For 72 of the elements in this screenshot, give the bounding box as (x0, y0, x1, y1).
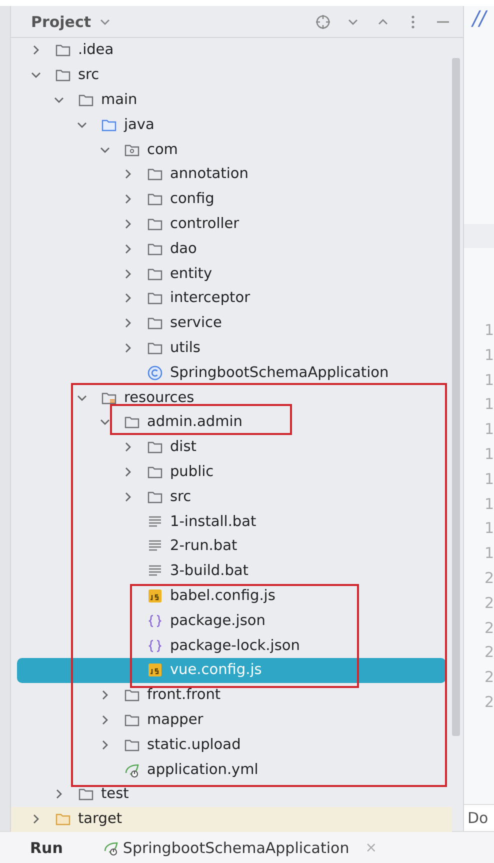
line-number: 1 (484, 419, 494, 440)
editor-text: Do (464, 804, 494, 831)
leaf-power-icon (124, 762, 140, 778)
leaf-power-icon (102, 840, 119, 856)
line-number: 1 (484, 468, 494, 490)
tree-item[interactable]: mapper (16, 708, 446, 732)
folder-icon (54, 42, 71, 58)
tree-item[interactable]: entity (16, 261, 446, 286)
folder-icon (54, 67, 71, 84)
tree-item[interactable]: target (10, 806, 452, 832)
line-number: 2 (484, 568, 494, 589)
line-number: 2 (484, 592, 494, 614)
folder-icon (54, 811, 71, 828)
tree-item[interactable]: 1-install.bat (16, 509, 446, 534)
tree-item[interactable]: package.json (16, 608, 446, 634)
folder-icon (124, 414, 140, 430)
line-number: 2 (484, 667, 494, 688)
tree-item[interactable]: package-lock.json (16, 633, 446, 658)
folder-icon (146, 439, 163, 456)
tree-item[interactable]: resources (16, 385, 446, 410)
tree-item[interactable]: .idea (16, 38, 446, 63)
script-file-icon (146, 662, 163, 678)
folder-icon (146, 290, 163, 306)
folder-icon (146, 166, 163, 182)
folder-icon (146, 191, 163, 208)
tree-item[interactable]: annotation (16, 162, 446, 187)
class-icon (146, 364, 163, 381)
scrollbar[interactable] (452, 58, 460, 736)
line-number: 2 (484, 692, 494, 713)
tree-item[interactable]: 3-build.bat (16, 558, 446, 584)
line-number: 1 (484, 518, 494, 540)
folder-icon (124, 687, 140, 704)
tree-item[interactable]: dao (16, 236, 446, 262)
tree-item[interactable]: com (16, 137, 446, 162)
tree-item[interactable]: src (16, 484, 446, 510)
line-number: 1 (484, 543, 494, 564)
tree-item[interactable]: controller (16, 212, 446, 236)
tree-item[interactable]: src (16, 62, 446, 88)
tree-item[interactable]: admin.admin (16, 410, 446, 435)
tree-item[interactable]: dist (16, 434, 446, 460)
tree-item[interactable]: SpringbootSchemaApplication (16, 360, 446, 386)
run-tab[interactable]: SpringbootSchemaApplication × (102, 838, 377, 856)
script-file-icon (146, 588, 163, 604)
tree-item[interactable]: front.front (16, 682, 446, 708)
tree-item[interactable]: application.yml (16, 757, 446, 782)
line-number: 1 (484, 394, 494, 416)
tree-item[interactable]: static.upload (16, 732, 446, 758)
run-label: Run (30, 838, 63, 856)
folder-icon (146, 315, 163, 332)
tree-item[interactable]: interceptor (16, 286, 446, 311)
line-number: 1 (484, 494, 494, 515)
tree-item[interactable]: java (16, 112, 446, 138)
tree-item[interactable]: config (16, 186, 446, 212)
braces-icon (146, 638, 163, 654)
tree-item[interactable]: public (16, 460, 446, 484)
line-number: 1 (484, 444, 494, 465)
line-number: 2 (484, 642, 494, 664)
line-number: 2 (484, 618, 494, 639)
crosshair-icon[interactable] (315, 14, 332, 30)
tree-item[interactable]: main (16, 88, 446, 112)
editor-text: // (470, 6, 489, 32)
tree-item[interactable]: 2-run.bat (16, 534, 446, 559)
folder-icon (78, 786, 94, 802)
tree-item[interactable]: utils (16, 336, 446, 360)
tree-item[interactable]: babel.config.js (16, 584, 446, 608)
tree-item[interactable]: service (16, 310, 446, 336)
line-number: 1 (484, 370, 494, 391)
braces-icon (146, 612, 163, 629)
line-number: 1 (484, 344, 494, 366)
panel-title[interactable]: Project (30, 12, 92, 30)
line-number: 1 (484, 320, 494, 341)
tree-item[interactable]: test (16, 782, 446, 807)
